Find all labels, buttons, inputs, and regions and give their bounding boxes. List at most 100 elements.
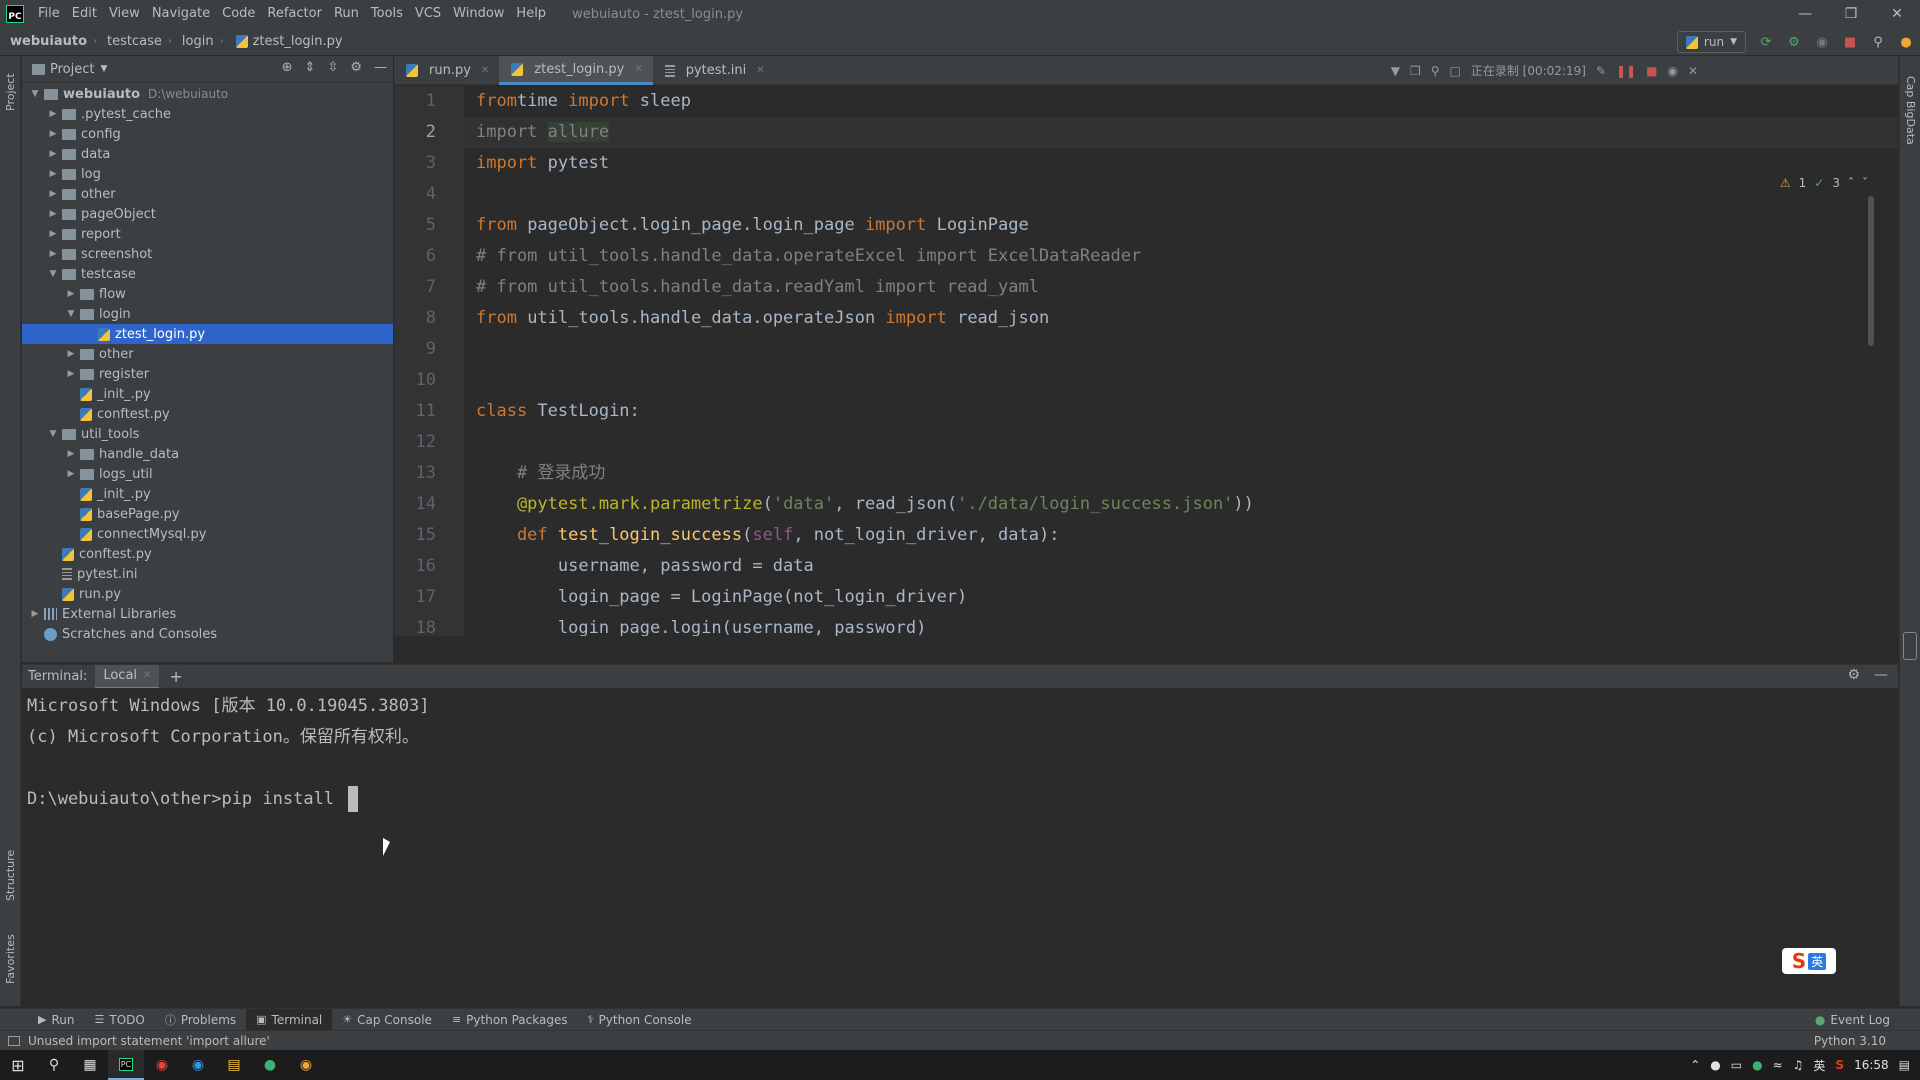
tree-item[interactable]: run.py <box>22 584 393 604</box>
menu-item[interactable]: Code <box>216 0 261 28</box>
code-editor[interactable]: fromtime import sleep import allure import… <box>464 86 1898 636</box>
chevron-down-icon[interactable]: ▼ <box>64 309 78 319</box>
tree-item[interactable]: ▶ flow <box>22 284 393 304</box>
hide-panel-icon[interactable]: — <box>1874 667 1888 683</box>
stop-icon[interactable]: ■ <box>1842 34 1858 50</box>
chevron-right-icon[interactable]: ▶ <box>64 289 78 299</box>
sogou-tray-icon[interactable]: S <box>1835 1058 1844 1072</box>
pause-icon[interactable]: ❚❚ <box>1616 64 1636 78</box>
chevron-down-icon[interactable]: ▼ <box>46 429 60 439</box>
close-window-button[interactable]: ✕ <box>1874 0 1920 28</box>
network-icon[interactable]: ≈ <box>1773 1058 1783 1072</box>
tree-item[interactable]: _init_.py <box>22 484 393 504</box>
chevron-right-icon[interactable]: ▶ <box>46 249 60 259</box>
chevron-right-icon[interactable]: ▶ <box>64 469 78 479</box>
tool-window-button[interactable]: ⓘ Problems <box>155 1009 246 1031</box>
chevron-down-icon[interactable]: ▼ <box>1391 64 1400 78</box>
editor-tab[interactable]: pytest.ini ✕ <box>653 56 775 85</box>
input-language[interactable]: 英 <box>1813 1057 1825 1074</box>
inspection-widget[interactable]: ⚠ 1 ✓ 3 ˆ ˇ <box>1780 176 1868 190</box>
structure-tool-tab[interactable]: Structure <box>0 840 21 910</box>
tree-item[interactable]: ▶ pageObject <box>22 204 393 224</box>
chevron-right-icon[interactable]: ▶ <box>46 169 60 179</box>
hide-panel-icon[interactable]: — <box>374 60 387 75</box>
chevron-right-icon[interactable]: ▶ <box>64 449 78 459</box>
chevron-down-icon[interactable]: ▼ <box>46 269 60 279</box>
menu-item[interactable]: Navigate <box>146 0 216 28</box>
search-icon[interactable]: ⚲ <box>1431 64 1440 78</box>
menu-item[interactable]: Refactor <box>261 0 328 28</box>
project-panel-title[interactable]: Project <box>50 62 94 77</box>
chevron-up-icon[interactable]: ⌃ <box>1690 1058 1700 1072</box>
tree-item[interactable]: ▶ .pytest_cache <box>22 104 393 124</box>
pycharm-taskbar-icon[interactable]: PC <box>108 1050 144 1080</box>
edge-icon[interactable]: ◉ <box>180 1050 216 1080</box>
search-icon[interactable]: ⚲ <box>36 1050 72 1080</box>
editor-scrollbar[interactable] <box>1868 196 1874 346</box>
tool-window-button[interactable]: ▣ Terminal <box>246 1008 333 1031</box>
chevron-down-icon[interactable]: ▼ <box>100 64 107 74</box>
chevron-right-icon[interactable]: ▶ <box>64 369 78 379</box>
camera-icon[interactable]: ◉ <box>1667 64 1677 78</box>
stop-recording-icon[interactable]: ■ <box>1646 64 1657 78</box>
collapse-all-icon[interactable]: ⇳ <box>327 60 338 75</box>
chrome-icon[interactable]: ◉ <box>144 1050 180 1080</box>
tree-item[interactable]: ▶ handle_data <box>22 444 393 464</box>
volume-icon[interactable]: ♫ <box>1793 1058 1804 1072</box>
chevron-right-icon[interactable]: ▶ <box>46 109 60 119</box>
terminal-tab-local[interactable]: Local ✕ <box>95 664 160 689</box>
locate-file-icon[interactable]: ⊕ <box>282 60 293 75</box>
tree-item[interactable]: conftest.py <box>22 544 393 564</box>
restore-button[interactable]: ❐ <box>1828 0 1874 28</box>
tree-item[interactable]: ▶ config <box>22 124 393 144</box>
tree-item[interactable]: conftest.py <box>22 404 393 424</box>
microphone-icon[interactable]: ● <box>1710 1058 1720 1072</box>
tree-item[interactable]: Scratches and Consoles <box>22 624 393 644</box>
tree-item[interactable]: ▼ util_tools <box>22 424 393 444</box>
breadcrumb-item[interactable]: testcase <box>97 34 168 49</box>
tree-item[interactable]: _init_.py <box>22 384 393 404</box>
windows-start-icon[interactable]: ⊞ <box>0 1050 36 1080</box>
event-log-button[interactable]: ● Event Log <box>1815 1009 1890 1031</box>
tree-item[interactable]: ▶ log <box>22 164 393 184</box>
tool-window-button[interactable]: ☰ TODO <box>84 1009 154 1031</box>
sogou-ime-indicator[interactable]: S 英 <box>1782 948 1836 974</box>
tree-item[interactable]: ▶ screenshot <box>22 244 393 264</box>
chevron-right-icon[interactable]: ▶ <box>64 349 78 359</box>
chevron-right-icon[interactable]: ▶ <box>46 189 60 199</box>
tool-window-button[interactable]: ▶ Run <box>28 1009 84 1031</box>
chevron-right-icon[interactable]: ▶ <box>46 229 60 239</box>
tree-item[interactable]: connectMysql.py <box>22 524 393 544</box>
close-icon[interactable]: ✕ <box>481 65 489 76</box>
menu-item[interactable]: Help <box>510 0 552 28</box>
favorites-tool-tab[interactable]: Favorites <box>0 924 21 994</box>
tree-item[interactable]: ▶ report <box>22 224 393 244</box>
project-tool-tab[interactable]: Project <box>0 60 21 124</box>
copy-icon[interactable]: ❐ <box>1410 64 1421 78</box>
app-green-icon[interactable]: ● <box>252 1050 288 1080</box>
menu-item[interactable]: View <box>103 0 146 28</box>
tray-app-icon[interactable]: ● <box>1752 1058 1762 1072</box>
close-icon[interactable]: ✕ <box>634 64 642 75</box>
chevron-down-icon[interactable]: ▼ <box>28 89 42 99</box>
breadcrumb-item[interactable]: webuiauto <box>0 34 93 49</box>
tree-item[interactable]: ▶ other <box>22 184 393 204</box>
editor-tab[interactable]: ztest_login.py ✕ <box>499 56 653 85</box>
tree-item[interactable]: ▶ logs_util <box>22 464 393 484</box>
clock[interactable]: 16:58 <box>1854 1058 1889 1072</box>
minimize-button[interactable]: — <box>1782 0 1828 28</box>
tool-window-button[interactable]: ⚕ Python Console <box>578 1009 702 1031</box>
database-icon[interactable] <box>1903 632 1917 660</box>
tree-item[interactable]: ▶ other <box>22 344 393 364</box>
gear-icon[interactable]: ⚙ <box>1847 667 1860 683</box>
chevron-right-icon[interactable]: ▶ <box>46 129 60 139</box>
breadcrumb-item[interactable]: login <box>172 34 220 49</box>
tree-item[interactable]: ▼ login <box>22 304 393 324</box>
notification-icon[interactable]: ▤ <box>1899 1058 1910 1072</box>
tree-item[interactable]: ▼ webuiauto D:\webuiauto <box>22 84 393 104</box>
close-icon[interactable]: ✕ <box>143 670 151 681</box>
debug-icon[interactable]: ⚙ <box>1786 34 1802 50</box>
chevron-right-icon[interactable]: ▶ <box>46 209 60 219</box>
tree-item[interactable]: basePage.py <box>22 504 393 524</box>
chevron-up-icon[interactable]: ˆ <box>1848 176 1854 190</box>
